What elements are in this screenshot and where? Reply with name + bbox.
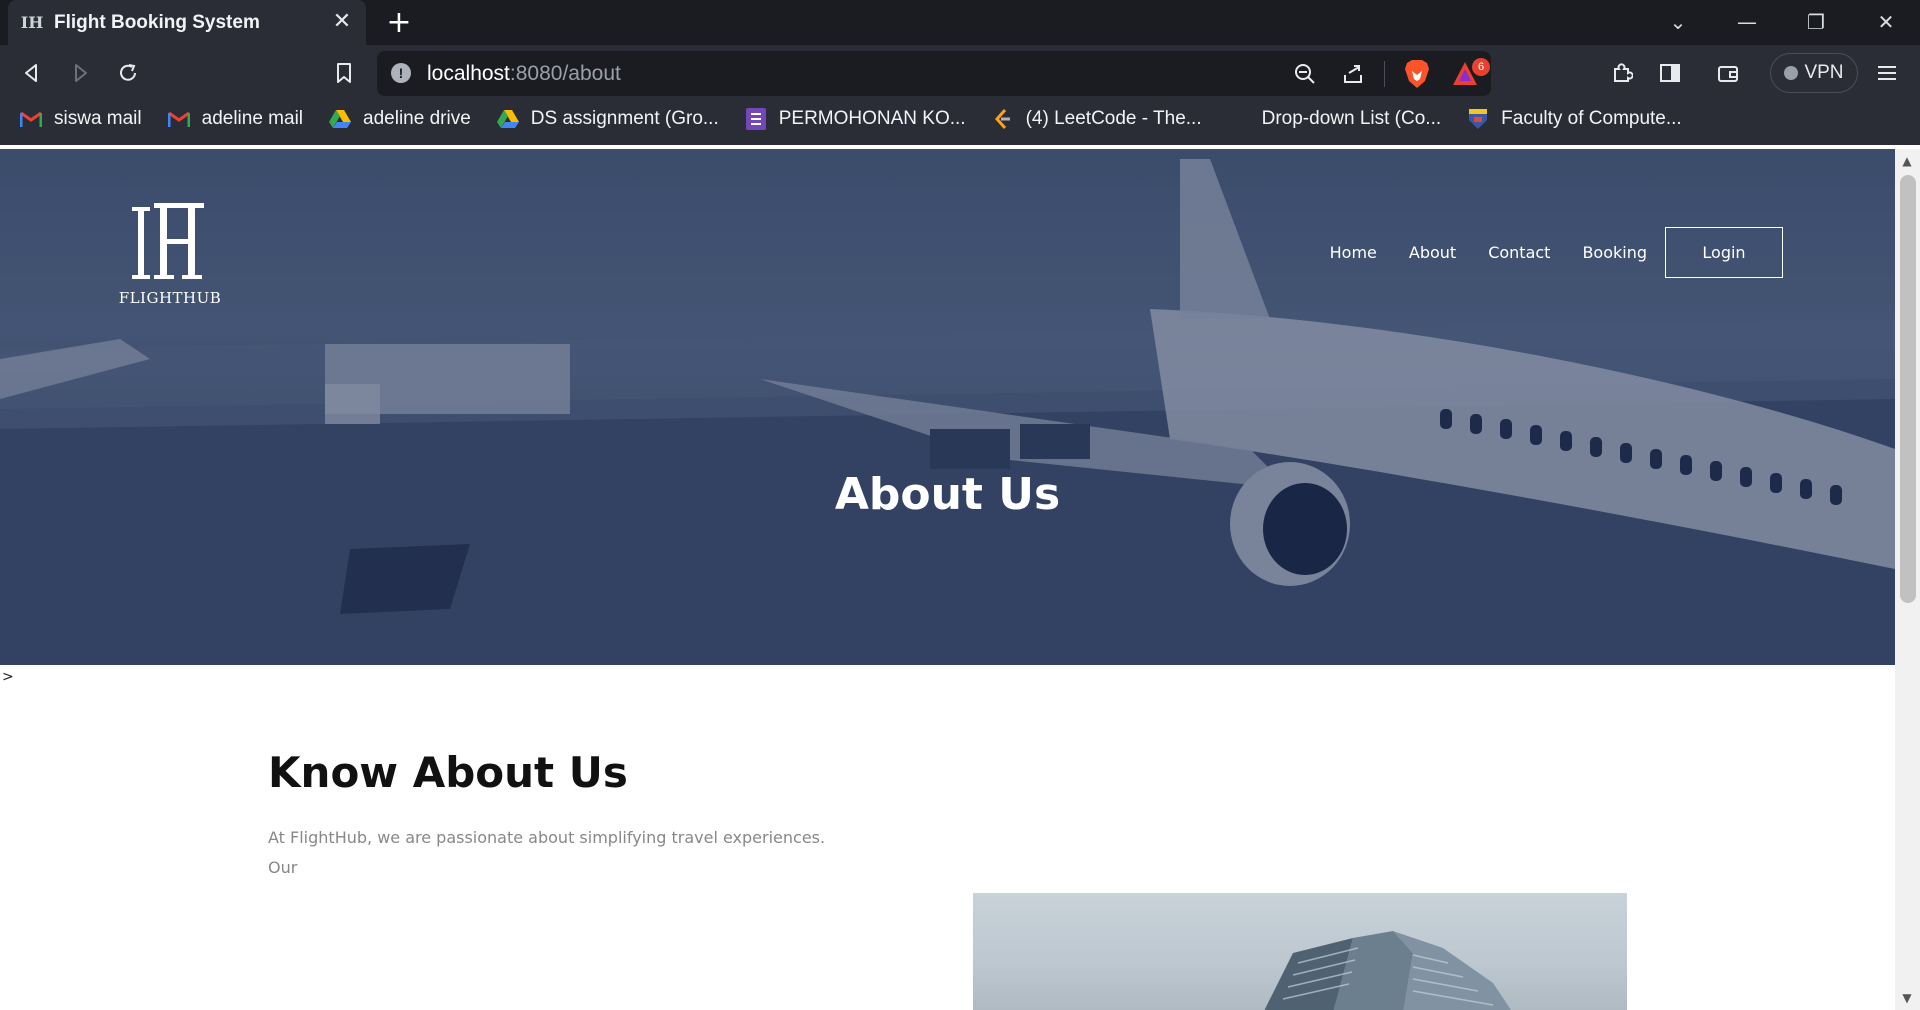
main-nav: Home About Contact Booking Login [1298,227,1783,278]
bookmark-item[interactable]: adeline drive [329,108,471,130]
about-building-image [973,893,1627,1010]
browser-toolbar: ! localhost:8080/about 6 VPN siswa mail … [0,45,1920,145]
vpn-label: VPN [1804,62,1844,83]
about-paragraph: At FlightHub, we are passionate about si… [268,828,826,877]
about-heading: Know About Us [268,748,628,797]
leetcode-icon [992,108,1014,130]
vpn-button[interactable]: VPN [1770,53,1858,93]
bookmark-item[interactable]: adeline mail [167,108,304,130]
stray-text: > [2,669,14,685]
tab-search-chevron-icon[interactable]: ⌄ [1658,6,1698,38]
address-bar[interactable]: ! localhost:8080/about [377,51,1491,96]
university-crest-icon [1467,108,1489,130]
bookmark-label: PERMOHONAN KO... [778,108,966,129]
bookmark-item[interactable]: siswa mail [20,108,142,130]
forward-button[interactable] [62,55,98,91]
minimize-button[interactable]: — [1727,6,1767,38]
page-viewport: FLIGHTHUB Home About Contact Booking Log… [0,149,1895,1010]
bookmark-item[interactable]: DS assignment (Gro... [496,108,719,130]
vpn-status-icon [1784,66,1799,80]
reload-button[interactable] [110,55,146,91]
reload-icon [120,64,136,81]
google-forms-icon [745,108,767,130]
scroll-down-icon[interactable]: ▼ [1901,992,1913,1004]
bookmark-label: DS assignment (Gro... [530,108,719,129]
google-drive-icon [496,108,519,130]
wallet-icon [1718,66,1738,82]
bookmark-label: siswa mail [54,108,142,129]
flighthub-logo[interactable]: FLIGHTHUB [118,199,222,309]
extensions-button[interactable] [1604,55,1640,91]
scroll-up-icon[interactable]: ▲ [1901,155,1913,167]
close-tab-icon[interactable]: ✕ [330,10,354,34]
toolbar-divider [1384,61,1385,87]
url-text: localhost:8080/about [427,62,621,86]
close-window-button[interactable]: ✕ [1866,6,1906,38]
tab-title: Flight Booking System [54,11,260,33]
scrollbar-thumb[interactable] [1900,175,1916,603]
nav-contact[interactable]: Contact [1488,243,1550,262]
logo-text: FLIGHTHUB [118,289,222,307]
tab-bar: IH Flight Booking System ✕ + ⌄ — ❐ ✕ [0,0,1920,45]
new-tab-button[interactable]: + [384,8,414,38]
sidebar-icon [1660,64,1680,82]
sidebar-button[interactable] [1652,55,1688,91]
bookmark-label: (4) LeetCode - The... [1025,108,1202,129]
flighthub-favicon-icon: IH [20,13,44,32]
flighthub-logo-icon [132,203,204,279]
site-info-icon[interactable]: ! [391,63,411,83]
wallet-button[interactable] [1710,55,1746,91]
bookmark-item[interactable]: Faculty of Compute... [1467,108,1682,130]
bookmark-label: Faculty of Compute... [1501,108,1682,129]
login-button[interactable]: Login [1665,227,1783,278]
back-arrow-icon [25,64,37,82]
bookmarks-bar: siswa mail adeline mail adeline drive DS… [0,97,1920,141]
gmail-icon [20,108,42,130]
page-title: About Us [834,469,1061,520]
browser-tab[interactable]: IH Flight Booking System ✕ [8,0,366,45]
nav-booking[interactable]: Booking [1582,243,1647,262]
bookmark-item[interactable]: (4) LeetCode - The... [992,108,1202,130]
bookmark-icon [337,63,351,83]
rewards-badge: 6 [1472,58,1490,76]
hero-banner: FLIGHTHUB Home About Contact Booking Log… [0,149,1895,665]
url-host: localhost [427,62,510,85]
puzzle-piece-icon [1614,63,1633,82]
bookmark-button[interactable] [326,55,362,91]
back-button[interactable] [14,55,50,91]
gmail-icon [167,108,190,130]
brave-shields-icon[interactable] [1403,59,1431,89]
share-icon[interactable] [1342,63,1364,85]
bookmark-label: Drop-down List (Co... [1261,108,1442,129]
page-scrollbar[interactable]: ▲ ▼ [1895,149,1920,1010]
nav-home[interactable]: Home [1330,243,1377,262]
bookmark-label: adeline drive [363,108,471,129]
restore-button[interactable]: ❐ [1796,6,1836,38]
skyscraper-illustration [1264,931,1511,1010]
google-drive-icon [329,108,352,130]
bookmark-item[interactable]: Drop-down List (Co... [1228,108,1442,130]
url-path: :8080/about [509,62,621,85]
bookmark-item[interactable]: PERMOHONAN KO... [745,108,966,130]
forward-arrow-icon [75,64,87,82]
bookmark-label: adeline mail [201,108,304,129]
nav-about[interactable]: About [1409,243,1456,262]
menu-button[interactable] [1869,55,1905,91]
blank-page-icon [1228,108,1250,130]
hamburger-menu-icon [1878,66,1896,80]
zoom-out-icon[interactable] [1294,63,1316,85]
